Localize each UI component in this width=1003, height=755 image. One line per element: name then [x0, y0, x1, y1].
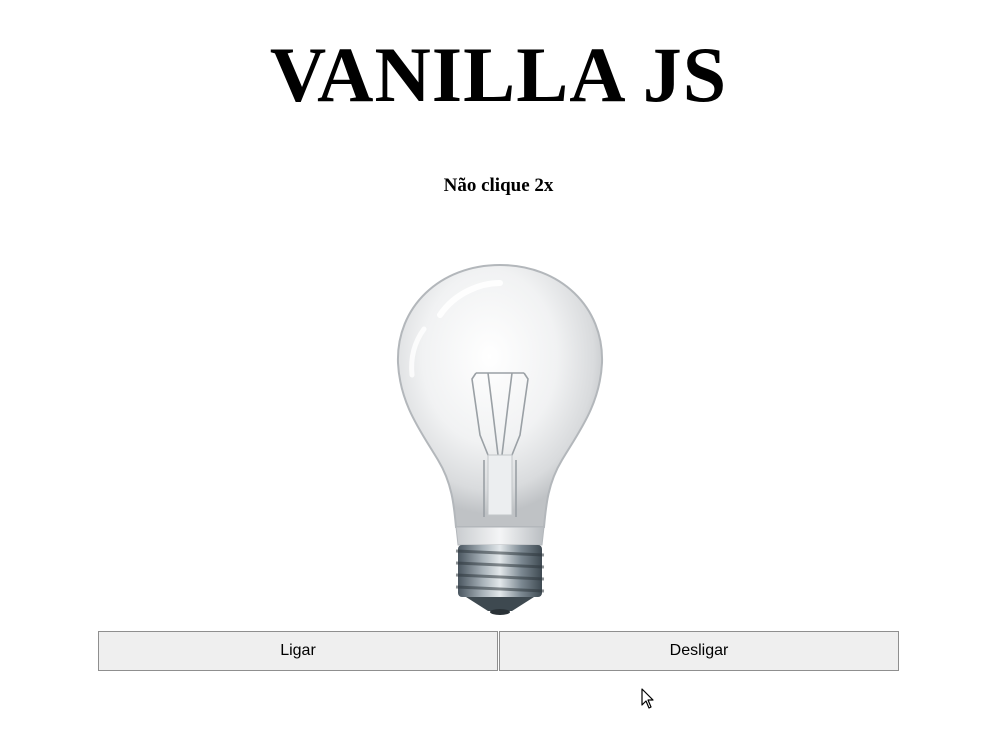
turn-on-button[interactable]: Ligar: [98, 631, 498, 671]
mouse-pointer-icon: [641, 688, 654, 709]
light-bulb-icon: [396, 263, 604, 615]
lamp-controls: Ligar Desligar: [98, 631, 900, 671]
page-subtitle: Não clique 2x: [443, 175, 554, 196]
page-title: VANILLA JS: [269, 31, 728, 118]
turn-off-button[interactable]: Desligar: [499, 631, 899, 671]
bulb-screw-base: [455, 545, 545, 615]
